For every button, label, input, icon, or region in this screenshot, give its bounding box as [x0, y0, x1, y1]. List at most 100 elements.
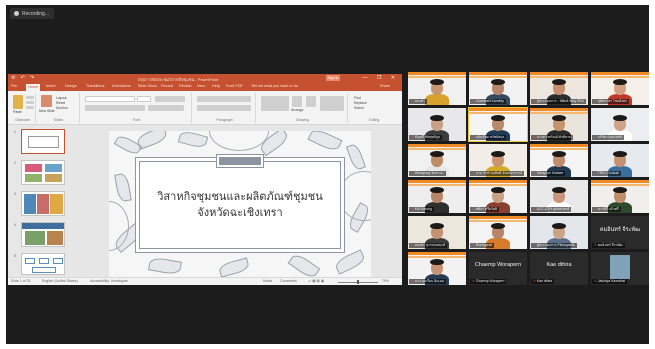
participant-name-label: ✕ ACC-UTH ยุทธศาสตร์ — [531, 207, 572, 212]
list-buttons[interactable] — [197, 96, 251, 102]
participant-tile[interactable]: ✕ อภิชัย แพนเชสท์ — [591, 108, 649, 141]
zoom-level[interactable]: 79% — [382, 279, 389, 283]
participant-tile[interactable]: ✕ ดาวสิรี แก้วศรี — [591, 180, 649, 213]
participant-name-label: ✕ ทองพร สุวรรณพฤกษ์ — [409, 243, 448, 248]
participant-tile[interactable]: ✕ นาง อุ่นเรือน อิ่มเอม — [408, 252, 466, 285]
slide-thumbnail-4[interactable] — [21, 222, 65, 247]
tab-insert[interactable]: Insert — [46, 84, 56, 88]
alignment-buttons[interactable] — [197, 105, 251, 111]
participant-tile[interactable]: ✕ นางสาวศรัณย์ ศักดิ์ทาน — [530, 108, 588, 141]
current-slide[interactable]: วิสาหกิจชุมชนและผลิตภัณฑ์ชุมชน จังหวัดฉะ… — [109, 131, 371, 277]
participant-name: Chaemp Worapern — [475, 279, 505, 283]
section-button[interactable]: Section — [56, 106, 68, 110]
participant-tile[interactable]: ✕ Krit Narong — [408, 180, 466, 213]
participant-tile[interactable]: Chaemp Worapern ✕ Chaemp Worapern — [469, 252, 527, 285]
powerpoint-window: ⟲ ↶ ↷ สรุปการจัดประชุมวิสาหกิจชุมชน - Po… — [8, 74, 402, 285]
slide-thumbnail-5[interactable] — [21, 253, 65, 275]
tab-view[interactable]: View — [197, 84, 205, 88]
participant-name: ผู้ประกอบการ Pitchayarat — [536, 243, 575, 247]
view-buttons[interactable]: ▭ ▦ ▤ ▣ — [308, 279, 324, 283]
notes-button[interactable]: Notes — [263, 279, 272, 283]
participant-tile[interactable]: ✕ ACC-UTH ยุทธศาสตร์ — [530, 180, 588, 213]
replace-button[interactable]: Replace — [354, 101, 367, 105]
participant-tile[interactable]: ✕ Warapong จิตชวนะ — [408, 144, 466, 177]
tab-transitions[interactable]: Transitions — [86, 84, 104, 88]
virtual-background-banner — [591, 184, 649, 186]
tab-file[interactable]: File — [11, 84, 17, 88]
participant-name-label: ✕ Jakkriya Kaewthai — [592, 279, 628, 284]
participant-tile[interactable]: คมอินทร์ จีระพัฒ ✕ คมอินทร์ จีระพัฒ — [591, 216, 649, 249]
participant-tile[interactable]: ✕ Ruengchai — [469, 216, 527, 249]
recording-indicator[interactable]: Recording... — [10, 8, 54, 19]
share-button[interactable]: Share — [380, 84, 390, 88]
virtual-background-banner — [530, 72, 588, 75]
slide-thumbnail-2[interactable] — [21, 160, 65, 185]
format-painter-icon[interactable] — [26, 106, 34, 109]
tab-review[interactable]: Review — [179, 84, 191, 88]
participant-hair — [430, 223, 444, 229]
participant-tile[interactable]: ✕ ธนินธ์พล ทรัพย์สกุล — [468, 107, 528, 142]
participant-hair — [613, 151, 627, 157]
select-button[interactable]: Select — [354, 106, 364, 110]
participant-tile[interactable]: ✕ Chaowalit Kamthip — [469, 72, 527, 105]
font-style-buttons[interactable] — [85, 105, 145, 111]
tab-foxit-pdf[interactable]: Foxit PDF — [226, 84, 243, 88]
participant-tile[interactable]: ✕ ทองคำ — [408, 72, 466, 105]
tab-design[interactable]: Design — [65, 84, 77, 88]
paste-icon[interactable] — [13, 95, 23, 109]
participant-hair — [552, 151, 566, 157]
leaf-pattern — [345, 142, 367, 172]
new-slide-icon[interactable] — [41, 95, 52, 107]
tab-slide-show[interactable]: Slide Show — [138, 84, 157, 88]
sign-in-button[interactable]: Sign in — [326, 75, 340, 81]
participant-hair — [613, 115, 627, 121]
arrange-icon[interactable] — [292, 96, 302, 107]
zoom-slider-handle[interactable] — [357, 280, 359, 284]
layout-button[interactable]: Layout — [56, 96, 67, 100]
tab-animations[interactable]: Animations — [112, 84, 131, 88]
window-controls[interactable]: — ❐ ✕ — [363, 75, 399, 81]
new-slide-label: New Slide — [39, 109, 55, 113]
slide-thumbnail-3[interactable] — [21, 191, 65, 216]
camera-off-name: Chaemp Worapern — [474, 262, 522, 268]
virtual-background-banner — [591, 76, 649, 78]
accessibility-status[interactable]: Accessibility: Investigate — [90, 279, 128, 283]
participant-tile[interactable]: ✕ ผู้ประกอบการ Pitchayarat — [530, 216, 588, 249]
comments-button[interactable]: Comments — [280, 279, 297, 283]
font-size-box[interactable] — [137, 96, 151, 102]
participant-tile[interactable]: ✕ สุพัตราพร ไชยตั้งพร — [591, 72, 649, 105]
shapes-gallery[interactable] — [261, 96, 289, 111]
virtual-background-banner — [469, 216, 527, 219]
slides-group: New Slide Layout Reset Section Slides — [38, 93, 80, 123]
participant-tile[interactable]: ✕ ผู้ประกอบการ - นิพิทธ์ พิศดู RBU — [530, 72, 588, 105]
participant-tile[interactable]: ✕ Jakkriya Kaewthai — [591, 252, 649, 285]
participant-tile[interactable]: ✕ ทองพร สุวรรณพฤกษ์ — [408, 216, 466, 249]
copy-icon[interactable] — [26, 101, 34, 104]
participant-hair — [552, 187, 566, 193]
language-status[interactable]: English (United States) — [42, 279, 78, 283]
participant-tile[interactable]: ✕ นาย ชาติ ชมทิพย์ จันทรอาจารย์ — [469, 144, 527, 177]
participant-name: ศศิธร ศรีสวัสดิ์ — [475, 207, 498, 211]
participant-tile[interactable]: ✕ ศศิธร ศรีสวัสดิ์ — [469, 180, 527, 213]
participant-tile[interactable]: ✕ อัญชลี ทัพสุทธิกูล — [408, 108, 466, 141]
slide-thumbnail-1[interactable] — [21, 129, 65, 154]
virtual-background-banner — [469, 112, 527, 114]
title-frame[interactable]: วิสาหกิจชุมชนและผลิตภัณฑ์ชุมชน จังหวัดฉะ… — [139, 161, 341, 249]
cut-icon[interactable] — [26, 96, 34, 99]
find-button[interactable]: Find — [354, 96, 361, 100]
font-size-buttons[interactable] — [155, 96, 185, 102]
participant-tile[interactable]: Kae dthira ✕ Kae dthira — [530, 252, 588, 285]
tell-me-search[interactable]: Tell me what you want to do — [251, 84, 298, 88]
tab-home[interactable]: Home — [26, 84, 41, 91]
tab-help[interactable]: Help — [212, 84, 220, 88]
participant-tile[interactable]: ✕ TRIN Chulsak — [591, 144, 649, 177]
quick-access-toolbar[interactable]: ⟲ ↶ ↷ — [11, 75, 36, 81]
reset-button[interactable]: Reset — [56, 101, 65, 105]
font-name-box[interactable] — [85, 96, 135, 102]
shape-format-buttons[interactable] — [320, 96, 344, 111]
participant-tile[interactable]: ✕ Tanaporn Kraisee — [530, 144, 588, 177]
font-color-buttons[interactable] — [148, 105, 184, 111]
participant-name: TRIN Chulsak — [597, 171, 619, 175]
quick-styles-icon[interactable] — [306, 96, 316, 107]
tab-record[interactable]: Record — [161, 84, 173, 88]
